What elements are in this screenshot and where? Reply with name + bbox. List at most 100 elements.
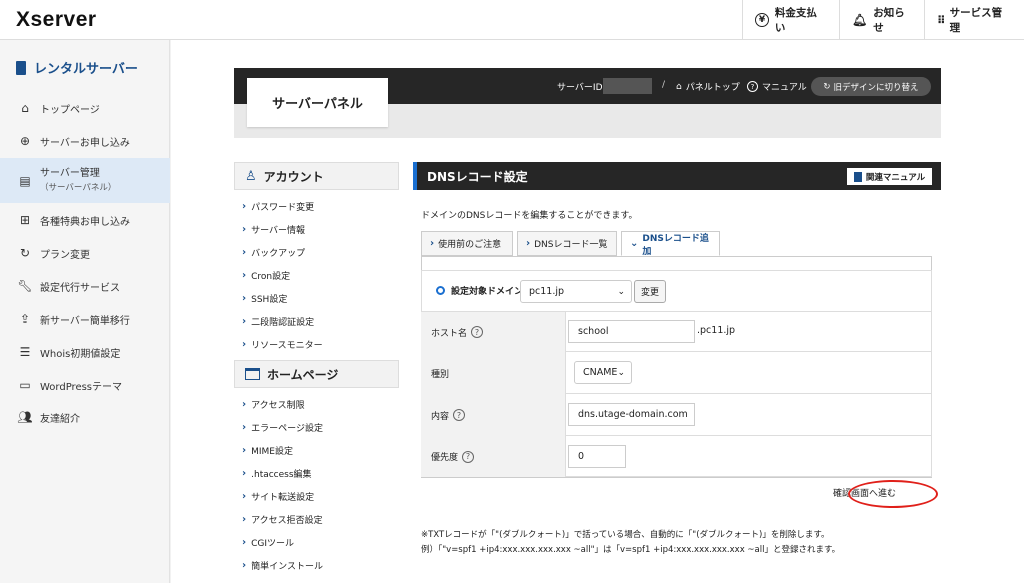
chevron-right-icon: › xyxy=(242,339,247,350)
menu-link-server-info[interactable]: › サーバー情報 xyxy=(242,223,305,236)
server-id-text: サーバーID xyxy=(557,83,603,93)
menu-link-error-page[interactable]: › エラーページ設定 xyxy=(242,421,323,434)
home-icon: ⌂ xyxy=(21,101,29,115)
menu-link-access-deny[interactable]: › アクセス拒否設定 xyxy=(242,513,323,526)
document-icon: ☰ xyxy=(19,345,31,359)
content-input[interactable]: dns.utage-domain.com xyxy=(568,403,695,426)
sidebar-item-label: WordPressテーマ xyxy=(40,381,123,393)
related-manual-button[interactable]: 関連マニュアル xyxy=(847,168,932,185)
sidebar-item-whois[interactable]: ☰ Whois初期値設定 xyxy=(0,342,170,362)
help-icon[interactable]: ? xyxy=(462,450,475,463)
service-label: サービス管理 xyxy=(949,7,1003,34)
sidebar-item-server-manage[interactable]: ▤ サーバー管理 （サーバーパネル） xyxy=(0,158,170,203)
sidebar-item-wordpress-theme[interactable]: ▭ WordPressテーマ xyxy=(0,375,170,395)
tab-dns-list[interactable]: › DNSレコード一覧 xyxy=(517,231,617,256)
sidebar-item-label: 新サーバー簡単移行 xyxy=(40,315,130,327)
old-design-button[interactable]: ↻ 旧デザインに切り替え xyxy=(811,77,931,96)
priority-input[interactable]: 0 xyxy=(568,445,626,468)
homepage-menu-head: ホームページ xyxy=(234,360,399,388)
sidebar-item-label: トップページ xyxy=(40,104,100,116)
menu-link-label: MIME設定 xyxy=(251,447,293,457)
chevron-right-icon: › xyxy=(242,422,247,433)
help-icon[interactable]: ? xyxy=(453,409,466,421)
manual-link[interactable]: ? マニュアル xyxy=(747,80,807,93)
server-icon: ▤ xyxy=(19,173,31,188)
banner-separator: / xyxy=(662,80,666,90)
domain-select[interactable]: pc11.jp ⌄ xyxy=(520,280,632,303)
chevron-right-icon: › xyxy=(242,514,247,525)
menu-link-label: 簡単インストール xyxy=(251,562,323,572)
menu-link-label: サイト転送設定 xyxy=(251,493,315,503)
sidebar-item-sublabel: （サーバーパネル） xyxy=(40,182,117,193)
host-input[interactable]: school xyxy=(568,320,695,343)
help-icon[interactable]: ? xyxy=(471,326,484,338)
account-head-label: アカウント xyxy=(263,169,324,184)
server-book-icon xyxy=(16,60,26,75)
sidebar-item-plan[interactable]: ↻ プラン変更 xyxy=(0,243,170,263)
type-label-text: 種別 xyxy=(431,369,450,380)
sidebar-item-label: プラン変更 xyxy=(40,249,90,261)
txt-note: ※TXTレコードが「"(ダブルクォート)」で括っている場合、自動的に「"(ダブル… xyxy=(421,530,830,540)
chevron-right-icon: › xyxy=(242,537,247,548)
menu-link-access-limit[interactable]: › アクセス制限 xyxy=(242,398,305,411)
change-domain-button[interactable]: 変更 xyxy=(634,280,666,303)
sidebar-item-label: 友達紹介 xyxy=(40,413,80,425)
menu-link-label: .htaccess編集 xyxy=(251,470,312,480)
sidebar-title[interactable]: レンタルサーバー xyxy=(16,58,138,77)
host-label: ホスト名 ? xyxy=(421,312,566,352)
menu-link-label: サーバー情報 xyxy=(251,226,306,236)
menu-link-label: SSH設定 xyxy=(251,295,288,305)
sidebar-item-label: Whois初期値設定 xyxy=(40,348,121,360)
book-icon xyxy=(853,171,862,182)
section-description: ドメインのDNSレコードを編集することができます。 xyxy=(421,211,638,221)
menu-link-resource-monitor[interactable]: › リソースモニター xyxy=(242,338,323,351)
tab-dns-add[interactable]: ⌄ DNSレコード追加 xyxy=(621,231,720,257)
chevron-right-icon: › xyxy=(242,399,247,410)
menu-link-mime[interactable]: › MIME設定 xyxy=(242,444,293,457)
menu-link-htaccess[interactable]: › .htaccess編集 xyxy=(242,467,312,480)
menu-link-site-redirect[interactable]: › サイト転送設定 xyxy=(242,490,314,503)
sidebar-item-label: サーバー管理 xyxy=(40,167,100,179)
sidebar-item-benefits[interactable]: ⊞ 各種特典お申し込み xyxy=(0,210,170,230)
menu-link-2fa[interactable]: › 二段階認証設定 xyxy=(242,315,314,328)
plus-circle-icon: ⊕ xyxy=(19,134,31,148)
highlight-circle xyxy=(848,480,938,508)
menu-link-password[interactable]: › パスワード変更 xyxy=(242,200,314,213)
sidebar-item-label: サーバーお申し込み xyxy=(40,137,130,149)
menu-link-easy-install[interactable]: › 簡単インストール xyxy=(242,559,323,572)
person-icon: ♙ xyxy=(245,168,257,184)
menu-link-backup[interactable]: › バックアップ xyxy=(242,246,305,259)
chevron-right-icon: › xyxy=(526,238,531,249)
menu-link-ssh[interactable]: › SSH設定 xyxy=(242,292,287,305)
chevron-right-icon: › xyxy=(242,293,247,304)
chevron-right-icon: › xyxy=(242,445,247,456)
menu-link-cgi-tool[interactable]: › CGIツール xyxy=(242,536,294,549)
record-type-select[interactable]: CNAME ⌄ xyxy=(574,361,632,384)
browser-window-icon xyxy=(245,368,260,380)
panel-title: サーバーパネル xyxy=(247,78,388,127)
tab-label: 使用前のご注意 xyxy=(438,240,502,250)
chevron-right-icon: › xyxy=(242,316,247,327)
upload-icon: ⇪ xyxy=(19,312,31,326)
sidebar-item-referral[interactable]: 👥︎ 友達紹介 xyxy=(0,407,170,427)
menu-link-cron[interactable]: › Cron設定 xyxy=(242,269,290,282)
sidebar-item-top[interactable]: ⌂ トップページ xyxy=(0,98,170,118)
panel-top-link[interactable]: ⌂ パネルトップ xyxy=(676,80,740,94)
panel-top-label: パネルトップ xyxy=(685,83,740,93)
sidebar-item-setup-service[interactable]: 🔧︎ 設定代行サービス xyxy=(0,276,170,296)
sidebar-item-label: 各種特典お申し込み xyxy=(40,216,130,228)
sidebar-item-migration[interactable]: ⇪ 新サーバー簡単移行 xyxy=(0,309,170,329)
menu-link-label: リソースモニター xyxy=(251,341,323,351)
service-manage-button[interactable]: ⠿ サービス管理 xyxy=(924,0,1024,40)
sidebar-item-order[interactable]: ⊕ サーバーお申し込み xyxy=(0,131,170,151)
payment-button[interactable]: ¥ 料金支払い xyxy=(742,0,839,40)
menu-link-label: Cron設定 xyxy=(251,272,291,282)
menu-link-label: バックアップ xyxy=(251,249,306,259)
chevron-right-icon: › xyxy=(242,224,247,235)
menu-link-label: パスワード変更 xyxy=(251,203,315,213)
menu-link-label: アクセス拒否設定 xyxy=(251,516,323,526)
notice-button[interactable]: 🔔︎ お知らせ xyxy=(839,0,924,40)
tab-precautions[interactable]: › 使用前のご注意 xyxy=(421,231,513,256)
xserver-logo[interactable]: Xserver xyxy=(16,8,97,32)
server-id-label: サーバーID xyxy=(557,80,603,93)
